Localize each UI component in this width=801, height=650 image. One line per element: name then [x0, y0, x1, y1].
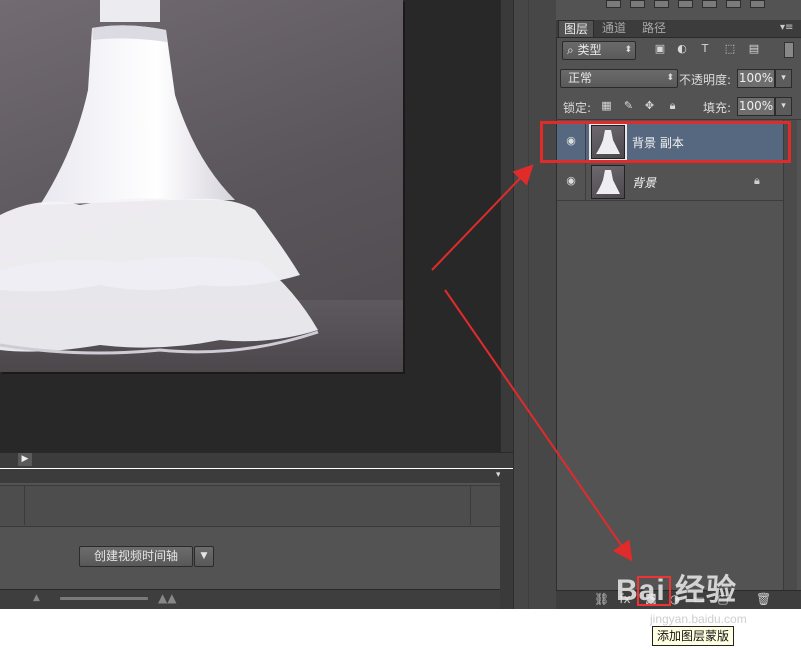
- layer-thumbnail[interactable]: [591, 165, 625, 199]
- fill-input[interactable]: 100%: [737, 97, 775, 116]
- layer-highlight-box: [540, 121, 791, 163]
- timeline-zoom-slider[interactable]: [60, 597, 148, 600]
- filter-kind-label: 类型: [577, 43, 602, 57]
- shape-filter-icon[interactable]: ⬚: [724, 43, 736, 55]
- adjustment-filter-icon[interactable]: ◐: [676, 43, 688, 55]
- select-arrows-icon: ⬍: [624, 45, 632, 55]
- scroll-right-arrow-icon[interactable]: ▶: [18, 453, 32, 466]
- opacity-input[interactable]: 100%: [737, 69, 775, 88]
- create-timeline-dropdown-icon[interactable]: ▼: [194, 546, 214, 567]
- smart-object-filter-icon[interactable]: ▤: [748, 43, 760, 55]
- timeline-divider: [24, 485, 25, 525]
- fill-label: 填充:: [703, 101, 732, 115]
- adjustment-icon[interactable]: [630, 0, 645, 8]
- layers-list-divider: [556, 119, 801, 120]
- wedding-petticoat-image: [0, 0, 319, 355]
- layer-name[interactable]: 背景: [632, 174, 656, 191]
- blend-mode-value: 正常: [568, 71, 593, 85]
- mask-button-highlight-box: [637, 576, 671, 606]
- adjustment-icon[interactable]: [606, 0, 621, 8]
- layer-row-background[interactable]: ◉ 背景: [557, 162, 783, 201]
- adjustment-icon[interactable]: [702, 0, 717, 8]
- timeline-vertical-scrollbar[interactable]: [500, 469, 513, 609]
- layers-panel: [556, 0, 801, 609]
- type-filter-icon[interactable]: T: [699, 43, 711, 55]
- watermark-url: jingyan.baidu.com: [650, 612, 747, 626]
- layer-filter-select[interactable]: ⌕ 类型 ⬍: [562, 41, 636, 60]
- tooltip: 添加图层蒙版: [652, 626, 735, 646]
- create-video-timeline-button[interactable]: 创建视频时间轴: [79, 546, 193, 567]
- lock-transparency-icon[interactable]: ▦: [600, 99, 613, 112]
- fill-slider-dropdown-icon[interactable]: ▾: [775, 97, 792, 116]
- adjustment-icon[interactable]: [678, 0, 693, 8]
- search-icon: ⌕: [567, 43, 578, 57]
- zoom-in-icon[interactable]: ▲▲: [158, 591, 176, 605]
- adjustment-icon[interactable]: [654, 0, 669, 8]
- timeline-divider: [470, 485, 471, 525]
- select-arrows-icon: ⬍: [666, 73, 674, 83]
- adjustment-icon[interactable]: [726, 0, 741, 8]
- adjustment-icon[interactable]: [750, 0, 765, 8]
- lock-image-pixels-icon[interactable]: ✎: [622, 99, 635, 112]
- canvas-vertical-scrollbar[interactable]: [500, 0, 514, 452]
- timeline-track-strip: [0, 485, 513, 527]
- layers-panel-menu-icon[interactable]: ▾≡: [780, 22, 793, 33]
- pixel-filter-icon[interactable]: ▣: [654, 43, 666, 55]
- zoom-out-icon[interactable]: ▲: [33, 593, 40, 603]
- tab-paths[interactable]: 路径: [637, 20, 671, 37]
- tab-layers[interactable]: 图层: [558, 20, 595, 37]
- lock-position-icon[interactable]: ✥: [643, 99, 656, 112]
- lock-label: 锁定:: [563, 101, 592, 115]
- filter-toggle-switch[interactable]: [784, 42, 794, 58]
- timeline-header: [0, 469, 513, 483]
- trash-icon[interactable]: 🗑︎: [756, 592, 771, 606]
- opacity-slider-dropdown-icon[interactable]: ▾: [775, 69, 792, 88]
- tab-channels[interactable]: 通道: [597, 20, 631, 37]
- link-icon[interactable]: ⛓: [594, 592, 609, 606]
- blend-mode-select[interactable]: 正常 ⬍: [560, 69, 678, 88]
- lock-all-icon[interactable]: 🔒︎: [666, 99, 679, 112]
- lock-icon: 🔒︎: [754, 174, 760, 187]
- eye-icon[interactable]: ◉: [564, 175, 578, 186]
- layers-scrollbar[interactable]: [783, 120, 797, 590]
- dock-divider: [528, 0, 529, 609]
- watermark-logo: Bai 经验: [616, 574, 738, 607]
- panel-dock-gutter: [513, 0, 557, 609]
- dress-thumbnail-image: [596, 170, 620, 194]
- canvas-horizontal-scrollbar[interactable]: [0, 452, 513, 468]
- document-image[interactable]: [0, 0, 403, 372]
- opacity-label: 不透明度:: [679, 73, 732, 87]
